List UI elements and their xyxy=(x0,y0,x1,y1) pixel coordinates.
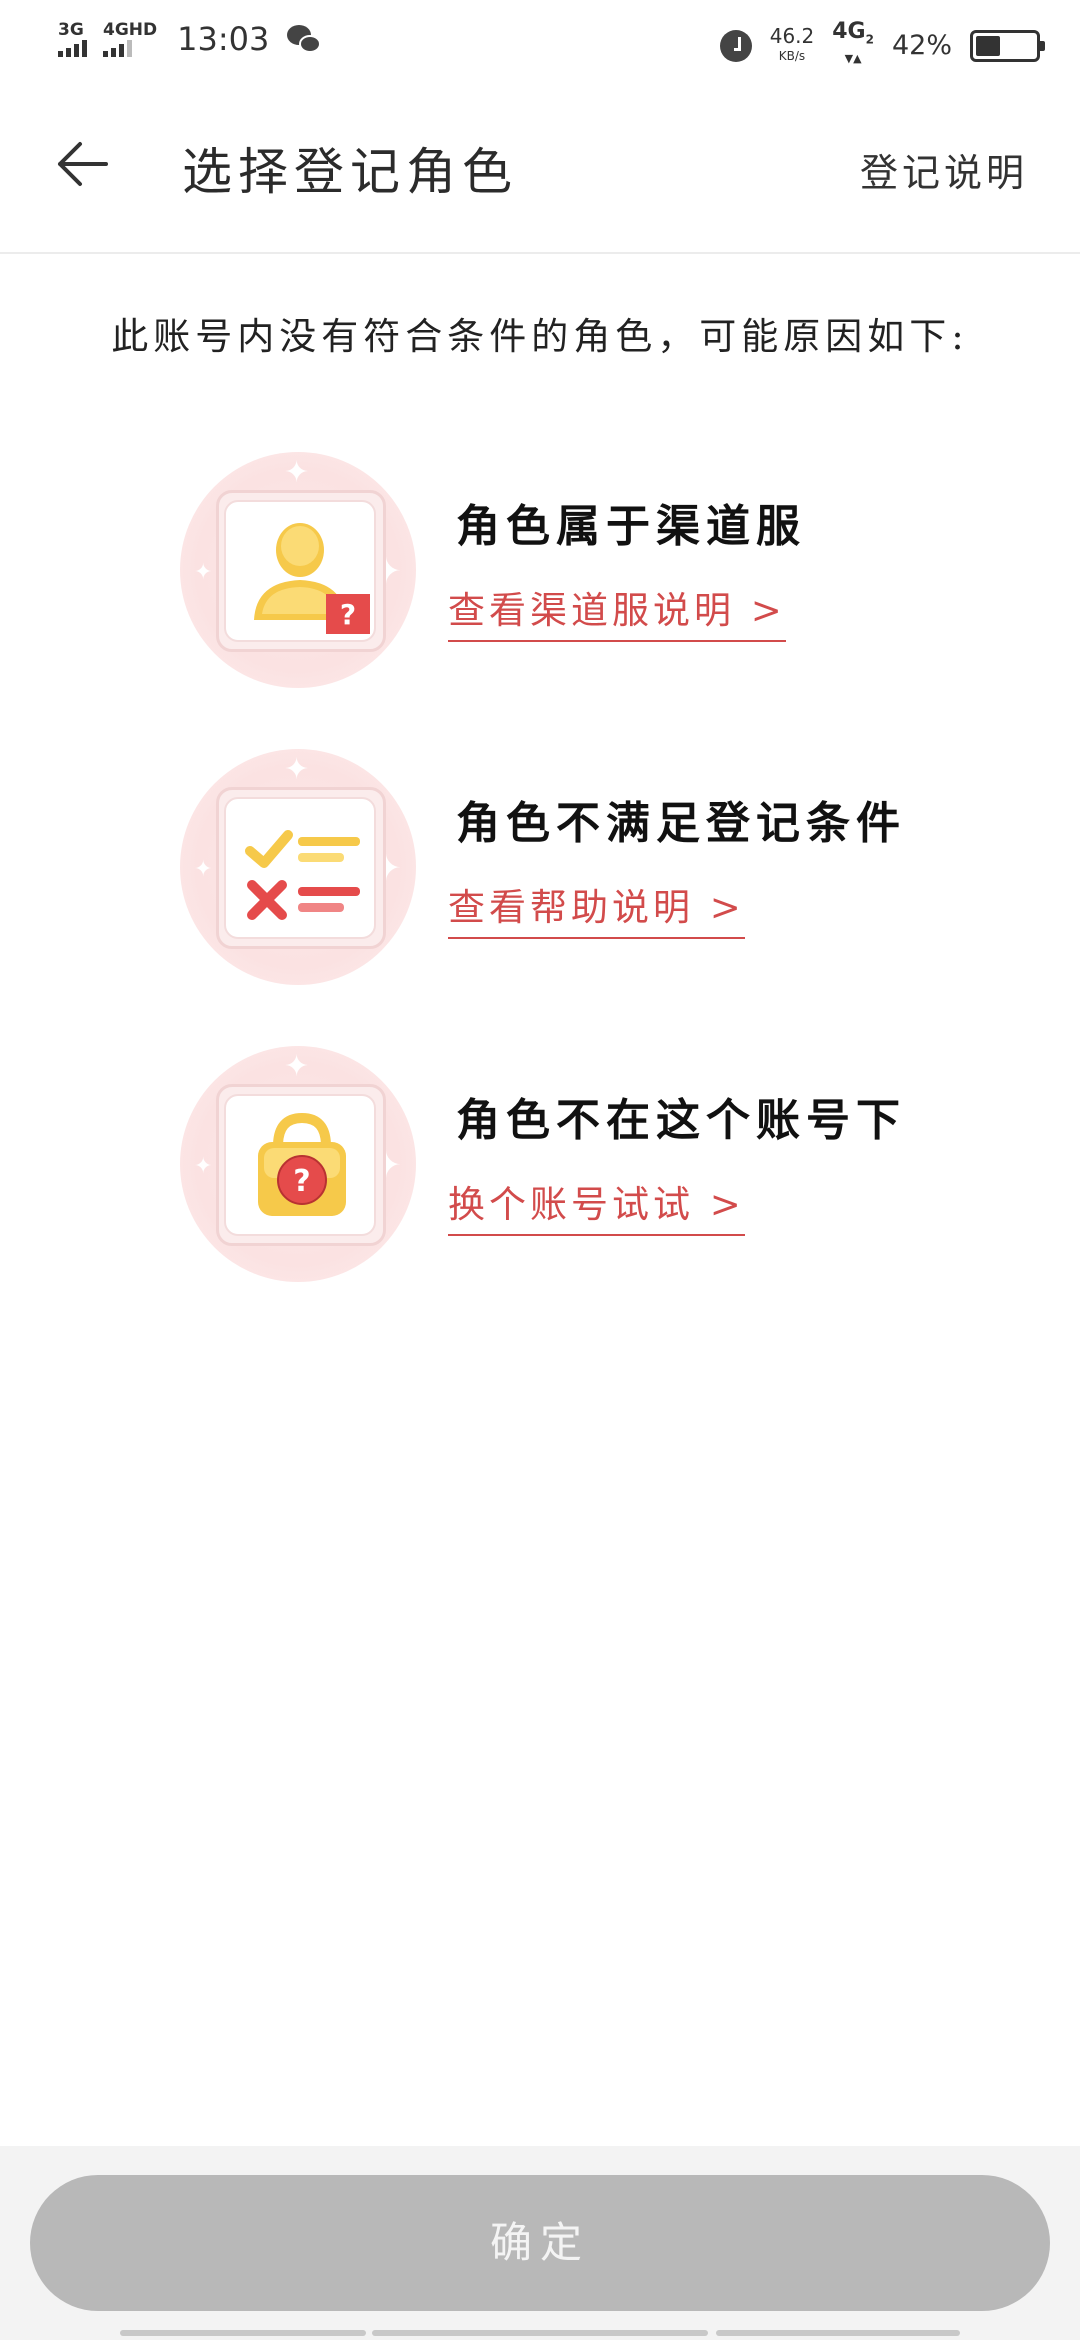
reason-item-other-account: ✦ ✦ ✦ ? 角色不在这个账号下 换个账号试试 > xyxy=(180,1046,940,1286)
confirm-button[interactable]: 确定 xyxy=(30,2175,1050,2311)
checklist-icon: ✦ ✦ ✦ xyxy=(180,749,416,985)
bottom-action-bar: 确定 xyxy=(0,2146,1080,2340)
nav-gesture-bar xyxy=(120,2330,366,2336)
speed-value: 46.2 xyxy=(769,23,815,48)
network-type-label: 4GHD xyxy=(103,20,158,40)
nav-gesture-bar xyxy=(372,2330,708,2336)
lock-question-icon: ✦ ✦ ✦ ? xyxy=(180,1046,416,1282)
data-arrows-icon: ▼▲ xyxy=(844,52,862,66)
status-left: 3G 4GHD 13:03 xyxy=(58,20,323,58)
reason-title: 角色属于渠道服 xyxy=(456,501,806,552)
alarm-icon xyxy=(719,29,752,62)
clock: 13:03 xyxy=(177,20,270,58)
battery-icon xyxy=(970,29,1045,62)
status-right: 46.2 KB/s 4G2 ▼▲ 42% xyxy=(719,19,1045,69)
back-arrow-icon[interactable] xyxy=(52,134,112,194)
svg-text:?: ? xyxy=(293,1164,310,1199)
registration-help-link[interactable]: 登记说明 xyxy=(860,142,1028,197)
signal-bars-icon xyxy=(58,39,87,57)
top-app-bar: 选择登记角色 登记说明 xyxy=(0,84,1080,254)
no-role-message: 此账号内没有符合条件的角色，可能原因如下: xyxy=(111,315,969,358)
battery-percent: 42% xyxy=(891,30,952,62)
battery-level xyxy=(976,35,1001,56)
reason-item-conditions: ✦ ✦ ✦ 角色不满足登记条件 查看帮助说明 > xyxy=(180,749,940,989)
network-4g-label: 4G xyxy=(832,19,866,44)
nav-gesture-bar xyxy=(716,2330,960,2336)
network-speed: 46.2 KB/s xyxy=(770,26,815,66)
page-title: 选择登记角色 xyxy=(182,143,518,201)
network-type-label: 3G xyxy=(58,20,84,40)
signal-3g: 3G xyxy=(58,21,87,57)
signal-4ghd: 4GHD xyxy=(103,21,157,57)
reason-title: 角色不在这个账号下 xyxy=(456,1095,906,1146)
switch-account-link[interactable]: 换个账号试试 > xyxy=(448,1174,745,1236)
reason-item-channel-server: ✦ ✦ ✦ ? 角色属于渠道服 查看渠道服说明 > xyxy=(180,452,940,692)
reason-title: 角色不满足登记条件 xyxy=(456,798,906,849)
wechat-icon xyxy=(285,23,323,55)
speed-unit: KB/s xyxy=(778,48,806,63)
user-question-icon: ✦ ✦ ✦ ? xyxy=(180,452,416,688)
status-bar: 3G 4GHD 13:03 46.2 KB/s 4G2 ▼▲ 42% xyxy=(0,0,1080,84)
channel-server-help-link[interactable]: 查看渠道服说明 > xyxy=(448,580,786,642)
network-4g-sub: 2 xyxy=(865,32,874,47)
svg-text:?: ? xyxy=(340,598,356,631)
signal-bars-icon xyxy=(103,39,132,57)
view-help-link[interactable]: 查看帮助说明 > xyxy=(448,877,745,939)
network-4g-indicator: 4G2 ▼▲ xyxy=(832,19,874,69)
